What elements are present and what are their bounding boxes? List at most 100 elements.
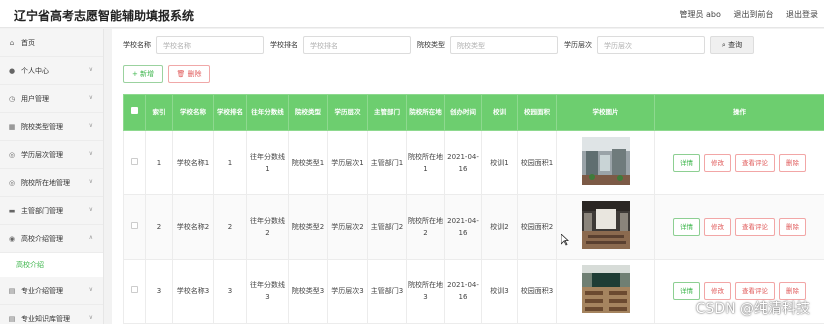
sidebar-item-label: 首页: [21, 38, 35, 47]
column-header[interactable]: 往年分数线: [246, 94, 289, 131]
chevron-down-icon: ∨: [88, 94, 93, 101]
sidebar-item-label: 院校所在地管理: [21, 178, 70, 187]
column-header[interactable]: 学校排名: [213, 94, 247, 131]
column-header: 索引: [145, 94, 173, 131]
sidebar-item-users[interactable]: ◷ 用户管理 ∨: [0, 85, 103, 113]
search-input-level[interactable]: 学历层次: [597, 36, 705, 54]
column-header[interactable]: 创办时间: [444, 94, 482, 131]
search-label-type: 院校类型: [417, 41, 445, 49]
cell-index: 3: [145, 258, 173, 324]
sidebar-item-label: 用户管理: [21, 94, 49, 103]
search-input-name[interactable]: 学校名称: [156, 36, 264, 54]
chevron-down-icon: ∨: [88, 66, 93, 73]
cell-area: 校园面积2: [517, 194, 557, 260]
card-icon: ▬: [8, 206, 16, 215]
cell-type: 院校类型1: [288, 129, 328, 196]
cell-score: 往年分数线1: [246, 129, 289, 196]
sidebar-item-location[interactable]: ◎ 院校所在地管理 ∨: [0, 169, 103, 197]
sidebar-item-label: 院校类型管理: [21, 122, 63, 131]
sidebar-item-school-intro[interactable]: ◉ 高校介绍管理 ∧: [0, 225, 103, 253]
search-label-level: 学历层次: [564, 41, 592, 49]
column-header[interactable]: 校训: [481, 94, 518, 131]
column-header[interactable]: 学历层次: [327, 94, 368, 131]
chevron-down-icon: ∨: [88, 314, 93, 321]
go-frontend-link[interactable]: 退出到前台: [733, 10, 773, 19]
add-button-label: 新增: [140, 70, 155, 78]
school-photo-2[interactable]: [581, 200, 630, 249]
header-links: 管理员 abo 退出到前台 退出登录: [669, 9, 818, 20]
mouse-cursor-icon: [561, 234, 569, 246]
edit-button[interactable]: 修改: [704, 217, 731, 236]
search-bar: 学校名称 学校名称 学校排名 学校排名 院校类型 院校类型 学历层次 学历层次 …: [112, 36, 824, 56]
column-header[interactable]: 院校所在地: [406, 94, 445, 131]
batch-delete-label: 删除: [187, 70, 202, 78]
sidebar: ⌂ 首页 ● 个人中心 ∨ ◷ 用户管理 ∨ ▦ 院校类型管理 ∨ ◎ 学历层次管理 ∨ ◎ 院校所…: [0, 29, 104, 324]
sidebar-item-label: 主管部门管理: [21, 206, 63, 215]
sidebar-item-department[interactable]: ▬ 主管部门管理 ∨: [0, 197, 103, 225]
delete-button[interactable]: 删除: [779, 217, 806, 236]
cell-name: 学校名称2: [172, 194, 214, 260]
sidebar-item-school-type[interactable]: ▦ 院校类型管理 ∨: [0, 113, 103, 141]
chevron-up-icon: ∧: [88, 234, 93, 241]
table-row: 2 学校名称2 2 往年分数线2 院校类型2 学历层次2 主管部门2 院校所在地…: [123, 194, 824, 260]
cell-name: 学校名称3: [172, 258, 214, 324]
column-header[interactable]: 学校名称: [172, 94, 214, 131]
cell-score: 往年分数线3: [246, 258, 289, 324]
cell-actions: 详情 修改 查看评论 删除: [654, 129, 824, 196]
chevron-down-icon: ∨: [88, 178, 93, 185]
search-label-rank: 学校排名: [270, 41, 298, 49]
sidebar-item-label: 专业知识库管理: [21, 314, 70, 323]
row-checkbox[interactable]: [123, 194, 146, 260]
search-input-type[interactable]: 院校类型: [450, 36, 558, 54]
column-header: 操作: [654, 94, 824, 131]
cell-date: 2021-04-16: [444, 129, 482, 196]
user-icon: ●: [8, 66, 16, 75]
delete-button[interactable]: 删除: [779, 153, 806, 172]
detail-button[interactable]: 详情: [673, 217, 700, 236]
sidebar-item-major-intro[interactable]: ▤ 专业介绍管理 ∨: [0, 277, 103, 305]
main-content: 学校名称 学校名称 学校排名 学校排名 院校类型 院校类型 学历层次 学历层次 …: [112, 29, 824, 324]
compass-icon: ◎: [8, 178, 16, 187]
column-header[interactable]: 主管部门: [367, 94, 407, 131]
cell-dept: 主管部门1: [367, 129, 407, 196]
batch-delete-button[interactable]: 🗑 删除: [168, 65, 210, 83]
app-title: 辽宁省高考志愿智能辅助填报系统: [14, 9, 195, 23]
column-header[interactable]: 院校类型: [288, 94, 328, 131]
location-icon: ◉: [8, 234, 16, 243]
sidebar-item-profile[interactable]: ● 个人中心 ∨: [0, 57, 103, 85]
add-button[interactable]: + 新增: [123, 65, 163, 83]
cell-date: 2021-04-16: [444, 258, 482, 324]
row-checkbox[interactable]: [123, 129, 146, 196]
school-photo-1[interactable]: [581, 136, 630, 185]
cell-motto: 校训3: [481, 258, 518, 324]
cell-type: 院校类型2: [288, 194, 328, 260]
chevron-down-icon: ∨: [88, 286, 93, 293]
sidebar-item-knowledge[interactable]: ▤ 专业知识库管理 ∨: [0, 305, 103, 324]
search-input-rank[interactable]: 学校排名: [303, 36, 411, 54]
cell-index: 2: [145, 194, 173, 260]
school-photo-3[interactable]: [581, 265, 630, 314]
cell-level: 学历层次3: [327, 258, 368, 324]
edit-button[interactable]: 修改: [704, 153, 731, 172]
sidebar-item-education-level[interactable]: ◎ 学历层次管理 ∨: [0, 141, 103, 169]
logout-link[interactable]: 退出登录: [786, 10, 818, 19]
query-button[interactable]: ⌕ 查询: [710, 36, 754, 54]
clock-icon: ◷: [8, 94, 16, 103]
cell-level: 学历层次2: [327, 194, 368, 260]
chevron-down-icon: ∨: [88, 206, 93, 213]
top-header: 辽宁省高考志愿智能辅助填报系统 管理员 abo 退出到前台 退出登录: [0, 0, 824, 28]
detail-button[interactable]: 详情: [673, 153, 700, 172]
cell-image: [556, 258, 655, 324]
data-table: 索引 学校名称 学校排名 往年分数线 院校类型 学历层次 主管部门 院校所在地 …: [123, 94, 824, 324]
select-all-checkbox[interactable]: [123, 94, 146, 131]
view-comments-button[interactable]: 查看评论: [735, 153, 775, 172]
cell-area: 校园面积3: [517, 258, 557, 324]
cell-motto: 校训1: [481, 129, 518, 196]
view-comments-button[interactable]: 查看评论: [735, 217, 775, 236]
row-checkbox[interactable]: [123, 258, 146, 324]
sidebar-subitem-school-intro[interactable]: 高校介绍: [0, 253, 103, 277]
cell-image: [556, 194, 655, 260]
cell-motto: 校训2: [481, 194, 518, 260]
sidebar-item-home[interactable]: ⌂ 首页: [0, 29, 103, 57]
column-header[interactable]: 校园面积: [517, 94, 557, 131]
